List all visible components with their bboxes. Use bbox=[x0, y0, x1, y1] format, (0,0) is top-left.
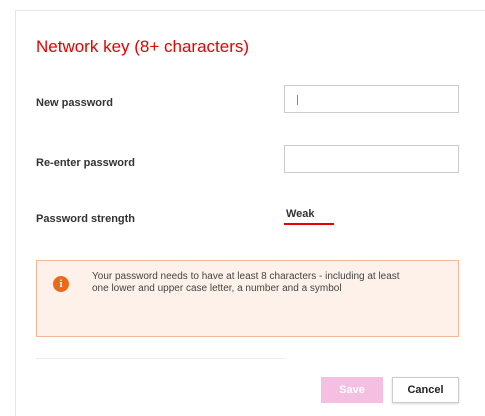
dialog-title: Network key (8+ characters) bbox=[36, 37, 250, 56]
new-password-input[interactable] bbox=[284, 85, 459, 113]
reenter-password-input[interactable] bbox=[284, 145, 459, 173]
password-strength-value: Weak bbox=[286, 208, 315, 220]
password-strength-bar bbox=[284, 223, 334, 225]
password-strength-label: Password strength bbox=[36, 213, 136, 225]
network-key-dialog: Network key (8+ characters) New password… bbox=[15, 10, 485, 416]
cancel-button[interactable]: Cancel bbox=[392, 377, 459, 403]
new-password-label: New password bbox=[36, 97, 114, 109]
reenter-password-label: Re-enter password bbox=[36, 157, 136, 169]
divider bbox=[36, 358, 286, 359]
info-icon: i bbox=[53, 276, 69, 292]
text-caret bbox=[297, 95, 298, 105]
notice-text: Your password needs to have at least 8 c… bbox=[92, 271, 400, 294]
password-requirements-notice: i Your password needs to have at least 8… bbox=[36, 260, 459, 337]
save-button[interactable]: Save bbox=[321, 377, 383, 403]
